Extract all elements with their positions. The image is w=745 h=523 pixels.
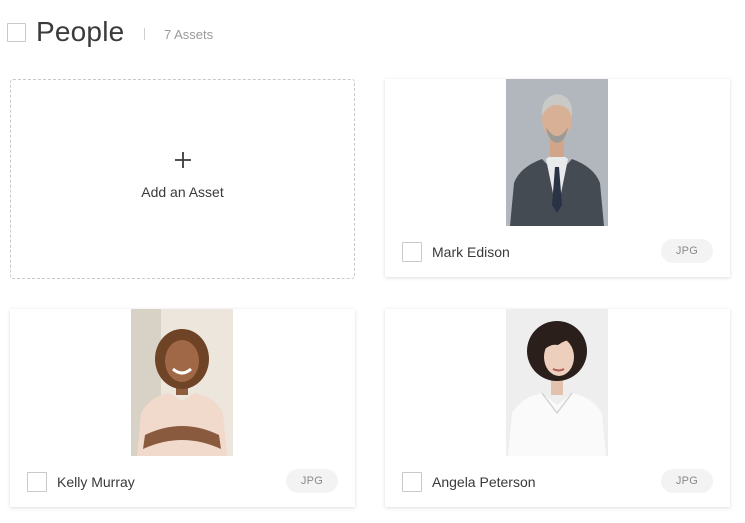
asset-thumbnail[interactable]: [506, 79, 608, 226]
asset-card[interactable]: Kelly Murray JPG: [10, 309, 355, 507]
asset-thumbnail[interactable]: [131, 309, 233, 456]
file-type-badge: JPG: [661, 239, 713, 263]
asset-card[interactable]: Angela Peterson JPG: [385, 309, 730, 507]
asset-card[interactable]: Mark Edison JPG: [385, 79, 730, 277]
title-divider: [144, 28, 145, 40]
asset-name: Kelly Murray: [57, 474, 135, 490]
file-type-badge: JPG: [286, 469, 338, 493]
asset-count: 7 Assets: [164, 27, 214, 42]
man-in-suit-photo: [506, 79, 608, 226]
add-asset-card[interactable]: Add an Asset: [10, 79, 355, 279]
plus-icon: [11, 147, 354, 173]
add-asset-label: Add an Asset: [141, 184, 224, 200]
asset-checkbox[interactable]: [27, 472, 47, 492]
page-header: People 7 Assets: [0, 0, 745, 66]
asset-name: Mark Edison: [432, 244, 510, 260]
smiling-woman-photo: [131, 309, 233, 456]
file-type-badge: JPG: [661, 469, 713, 493]
select-all-checkbox[interactable]: [7, 23, 26, 42]
asset-checkbox[interactable]: [402, 242, 422, 262]
page-title: People: [36, 16, 125, 47]
asset-thumbnail[interactable]: [506, 309, 608, 456]
woman-white-shirt-photo: [506, 309, 608, 456]
asset-checkbox[interactable]: [402, 472, 422, 492]
asset-name: Angela Peterson: [432, 474, 536, 490]
